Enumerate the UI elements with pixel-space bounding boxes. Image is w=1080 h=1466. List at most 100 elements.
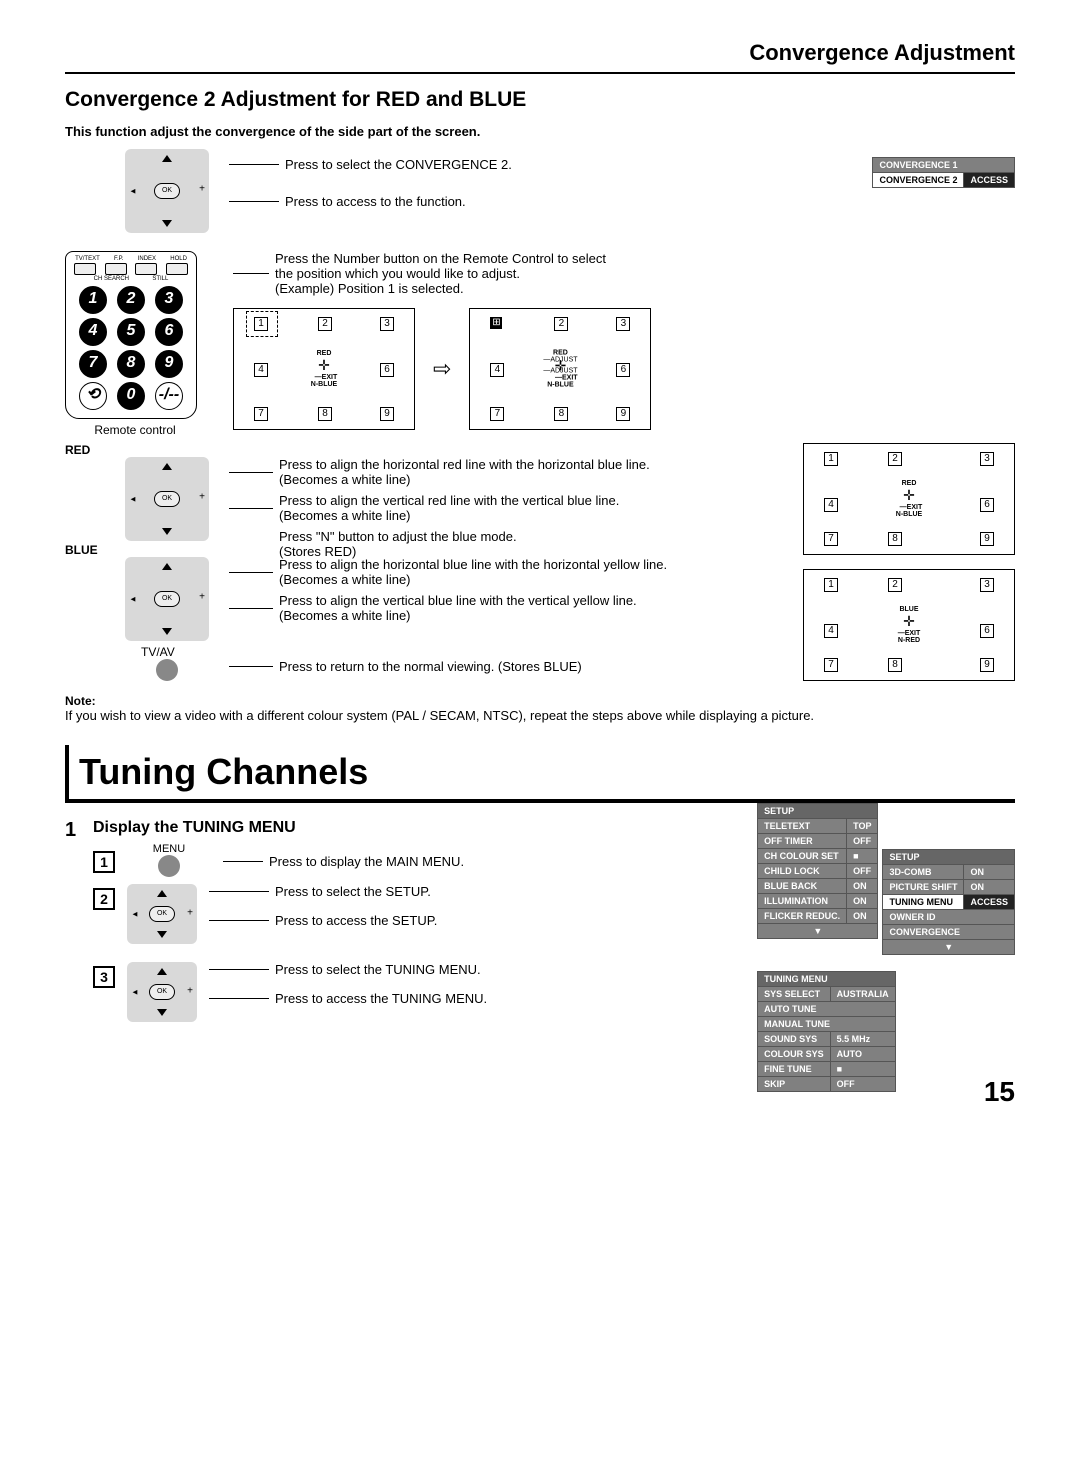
grid-cell: 6 <box>980 498 994 512</box>
osd-cell: BLUE BACK <box>758 879 847 894</box>
tuning-select-instr: Press to select the TUNING MENU. <box>275 962 481 977</box>
grid-cell: 7 <box>824 532 838 546</box>
osd-cell: OFF <box>847 864 878 879</box>
dpad-icon: ◄+ OK <box>125 149 209 233</box>
remote-lbl-fp: F.P. <box>114 256 124 262</box>
blue-v-instr2: (Becomes a white line) <box>279 608 637 623</box>
osd-cell: SYS SELECT <box>758 987 831 1002</box>
grid-center-red: RED <box>896 480 922 487</box>
menu-button-icon <box>158 855 180 877</box>
blue-h-instr: Press to align the horizontal blue line … <box>279 557 667 572</box>
setup-access-instr: Press to access the SETUP. <box>275 913 437 928</box>
grid-cell: 9 <box>616 407 630 421</box>
red-label: RED <box>65 443 753 457</box>
header-title: Convergence Adjustment <box>65 40 1015 66</box>
n-btn-instr: Press "N" button to adjust the blue mode… <box>279 529 650 544</box>
dpad-icon: ◄+ OK <box>125 457 209 541</box>
setup-select-instr: Press to select the SETUP. <box>275 884 431 899</box>
osd-cell: AUTO TUNE <box>758 1002 896 1017</box>
osd-header: SETUP <box>883 850 1015 865</box>
remote-lbl-tvtext: TV/TEXT <box>75 256 100 262</box>
osd-cell: AUSTRALIA <box>830 987 895 1002</box>
tvav-instr: Press to return to the normal viewing. (… <box>279 659 582 674</box>
grid-center-exit: EXIT <box>322 374 338 381</box>
osd-cell: ILLUMINATION <box>758 894 847 909</box>
osd-cell: ON <box>964 865 1015 880</box>
grid-cell: 4 <box>254 363 268 377</box>
osd-header: TUNING MENU <box>758 972 896 987</box>
tuning-title-box: Tuning Channels <box>65 745 1015 803</box>
grid-center-exit: EXIT <box>562 375 578 382</box>
side-diagram-blue: 1 2 3 4 6 7 8 9 BLUE ✛ —EXIT N-RED <box>803 569 1015 681</box>
ok-button-icon: OK <box>149 906 175 922</box>
tvav-button-icon <box>156 659 178 681</box>
osd-cell: ■ <box>830 1062 895 1077</box>
side-diagram-red: 1 2 3 4 6 7 8 9 RED ✛ —EXIT N-BLUE <box>803 443 1015 555</box>
dpad-icon: ◄+ OK <box>127 962 197 1022</box>
conv2-intro: This function adjust the convergence of … <box>65 124 1015 139</box>
grid-center-exit: EXIT <box>905 630 921 637</box>
grid-center-nred: N-RED <box>898 637 920 644</box>
osd-cell: FLICKER REDUC. <box>758 909 847 924</box>
osd-cell: COLOUR SYS <box>758 1047 831 1062</box>
tvav-label: TV/AV <box>141 645 753 659</box>
grid-cell: 8 <box>888 532 902 546</box>
arrow-right-icon: ⇨ <box>433 356 451 382</box>
setup2-osd: SETUP 3D-COMBON PICTURE SHIFTON TUNING M… <box>882 849 1015 955</box>
osd-row-conv2-right: ACCESS <box>964 173 1015 188</box>
grid-center-nblue: N-BLUE <box>311 381 337 388</box>
osd-cell: 5.5 MHz <box>830 1032 895 1047</box>
osd-cell: ON <box>964 880 1015 895</box>
ok-button-icon: OK <box>149 984 175 1000</box>
osd-cell: 3D-COMB <box>883 865 964 880</box>
grid-cell: 9 <box>380 407 394 421</box>
grid-cell: 1 <box>824 452 838 466</box>
conv2-title: Convergence 2 Adjustment for RED and BLU… <box>65 88 1015 112</box>
tuning-subtitle: Display the TUNING MENU <box>93 819 737 837</box>
osd-cell-hl: ACCESS <box>964 895 1015 910</box>
grid-cell: 4 <box>824 498 838 512</box>
grid-cell: 8 <box>318 407 332 421</box>
grid-cell: 7 <box>824 658 838 672</box>
convergence-osd: CONVERGENCE 1 CONVERGENCE 2 ACCESS <box>872 157 1015 188</box>
grid-cell: 6 <box>980 624 994 638</box>
press-number-instr-1: Press the Number button on the Remote Co… <box>275 251 606 266</box>
remote-caption: Remote control <box>65 423 205 437</box>
substep-2-box: 2 <box>93 888 115 910</box>
page-root: Convergence Adjustment Convergence 2 Adj… <box>0 0 1080 1122</box>
osd-cell: CHILD LOCK <box>758 864 847 879</box>
grid-cell: 2 <box>888 452 902 466</box>
grid-cell: 1 <box>824 578 838 592</box>
osd-cell: ■ <box>847 849 878 864</box>
tuning-access-instr: Press to access the TUNING MENU. <box>275 991 487 1006</box>
press-number-instr-2: the position which you would like to adj… <box>275 266 606 281</box>
grid-cell-selected: ⊞ <box>490 317 502 329</box>
note-label: Note: <box>65 694 1015 708</box>
conv2-access-instr: Press to access to the function. <box>285 194 466 209</box>
osd-cell: CH COLOUR SET <box>758 849 847 864</box>
grid-cell: 3 <box>616 317 630 331</box>
tuning-title: Tuning Channels <box>79 751 1005 793</box>
osd-cell: MANUAL TUNE <box>758 1017 896 1032</box>
header-rule <box>65 72 1015 74</box>
osd-cell: PICTURE SHIFT <box>883 880 964 895</box>
grid-cell: 7 <box>490 407 504 421</box>
osd-cell: CONVERGENCE <box>883 925 1015 940</box>
blue-v-instr: Press to align the vertical blue line wi… <box>279 593 637 608</box>
grid-cell: 1 <box>254 317 268 331</box>
tuning-step-number: 1 <box>65 819 93 842</box>
grid-center-adjust: ADJUST <box>550 368 577 375</box>
tuning-menu-osd: TUNING MENU SYS SELECTAUSTRALIA AUTO TUN… <box>757 971 896 1092</box>
osd-cell-hl: TUNING MENU <box>883 895 964 910</box>
dpad-icon: ◄+ OK <box>127 884 197 944</box>
ok-button-icon: OK <box>154 183 180 199</box>
osd-cell: SKIP <box>758 1077 831 1092</box>
grid-cell: 8 <box>888 658 902 672</box>
dpad-icon: ◄+ OK <box>125 557 209 641</box>
grid-cell: 2 <box>318 317 332 331</box>
osd-cell: AUTO <box>830 1047 895 1062</box>
grid-cell: 6 <box>380 363 394 377</box>
substep-1-box: 1 <box>93 851 115 873</box>
conv2-select-instr: Press to select the CONVERGENCE 2. <box>285 157 512 172</box>
osd-cell: OWNER ID <box>883 910 1015 925</box>
